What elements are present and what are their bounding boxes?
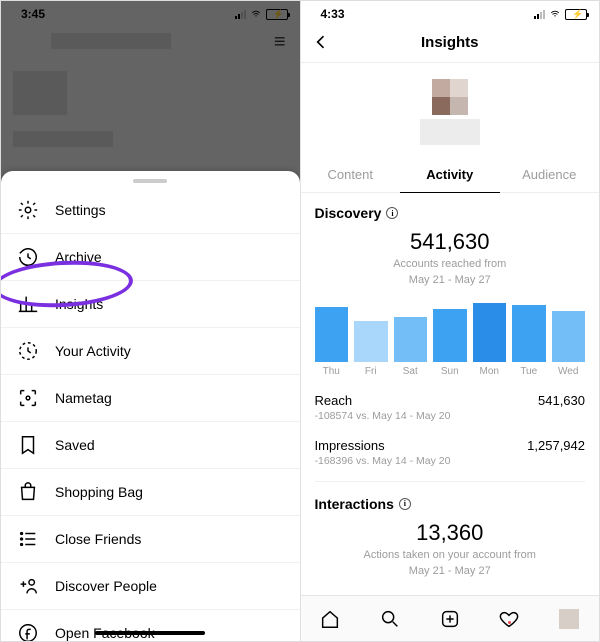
gear-icon	[17, 199, 39, 221]
page-title: Insights	[421, 34, 479, 51]
impressions-row: Impressions 1,257,942	[315, 438, 586, 453]
discovery-bar-chart	[315, 302, 586, 362]
notification-dot-icon	[508, 621, 511, 624]
chart-bar	[473, 303, 507, 362]
menu-archive[interactable]: Archive	[1, 234, 300, 281]
search-icon[interactable]	[379, 608, 401, 630]
menu-saved[interactable]: Saved	[1, 422, 300, 469]
menu-label: Saved	[55, 437, 95, 453]
chart-x-label: Thu	[315, 366, 349, 377]
bottom-nav	[301, 595, 600, 641]
chart-x-label: Mon	[473, 366, 507, 377]
signal-icon	[534, 9, 545, 19]
activity-content: Discovery i 541,630 Accounts reached fro…	[301, 193, 600, 578]
tab-content[interactable]: Content	[301, 157, 401, 192]
info-icon[interactable]: i	[399, 498, 411, 510]
menu-sheet: Settings Archive Insights Your Activity …	[1, 171, 300, 641]
menu-label: Your Activity	[55, 343, 131, 359]
reach-delta: -108574 vs. May 14 - May 20	[315, 410, 586, 422]
chart-bar	[354, 321, 388, 362]
chart-x-labels: Thu Fri Sat Sun Mon Tue Wed	[315, 366, 586, 377]
chart-bar	[512, 305, 546, 362]
heart-icon[interactable]	[498, 608, 520, 630]
activity-clock-icon	[17, 340, 39, 362]
insights-bar-icon	[17, 293, 39, 315]
reach-row: Reach 541,630	[315, 393, 586, 408]
interactions-total: 13,360	[315, 520, 586, 546]
menu-your-activity[interactable]: Your Activity	[1, 328, 300, 375]
insights-tabs: Content Activity Audience	[301, 157, 600, 193]
menu-label: Settings	[55, 202, 106, 218]
chart-bar	[552, 311, 586, 362]
status-bar: 4:33 ⚡	[301, 1, 600, 23]
discovery-sub2: May 21 - May 27	[315, 273, 586, 287]
profile-tab-icon[interactable]	[558, 608, 580, 630]
menu-close-friends[interactable]: Close Friends	[1, 516, 300, 563]
tab-activity[interactable]: Activity	[400, 157, 500, 193]
wifi-icon	[549, 9, 561, 19]
facebook-icon	[17, 622, 39, 641]
home-indicator	[95, 631, 205, 635]
menu-label: Close Friends	[55, 531, 141, 547]
discovery-heading: Discovery i	[315, 205, 586, 221]
reach-label: Reach	[315, 393, 353, 408]
chart-x-label: Sun	[433, 366, 467, 377]
menu-open-facebook[interactable]: Open Facebook	[1, 610, 300, 641]
impressions-value: 1,257,942	[527, 438, 585, 453]
back-chevron-icon[interactable]	[311, 32, 331, 56]
divider	[315, 481, 586, 482]
status-time: 4:33	[321, 7, 345, 21]
interactions-sub1: Actions taken on your account from	[315, 548, 586, 562]
interactions-heading: Interactions i	[315, 496, 586, 512]
battery-icon: ⚡	[565, 9, 587, 20]
reach-value: 541,630	[538, 393, 585, 408]
menu-discover-people[interactable]: Discover People	[1, 563, 300, 610]
chart-x-label: Tue	[512, 366, 546, 377]
shopping-bag-icon	[17, 481, 39, 503]
interactions-sub2: May 21 - May 27	[315, 564, 586, 578]
menu-label: Archive	[55, 249, 102, 265]
bookmark-icon	[17, 434, 39, 456]
section-title: Interactions	[315, 496, 394, 512]
menu-insights[interactable]: Insights	[1, 281, 300, 328]
menu-label: Nametag	[55, 390, 112, 406]
nametag-scan-icon	[17, 387, 39, 409]
left-screenshot: 3:45 ⚡ ≡ Entrepreneur Settings Archive	[1, 1, 301, 641]
sheet-handle-icon[interactable]	[133, 179, 167, 183]
chart-x-label: Wed	[552, 366, 586, 377]
impressions-delta: -168396 vs. May 14 - May 20	[315, 455, 586, 467]
tab-audience[interactable]: Audience	[500, 157, 600, 192]
info-icon[interactable]: i	[386, 207, 398, 219]
discovery-total: 541,630	[315, 229, 586, 255]
insights-header: Insights	[301, 23, 600, 63]
home-icon[interactable]	[319, 608, 341, 630]
add-person-icon	[17, 575, 39, 597]
chart-x-label: Sat	[394, 366, 428, 377]
menu-label: Shopping Bag	[55, 484, 143, 500]
archive-clock-icon	[17, 246, 39, 268]
menu-label: Discover People	[55, 578, 157, 594]
chart-x-label: Fri	[354, 366, 388, 377]
discovery-sub1: Accounts reached from	[315, 257, 586, 271]
menu-shopping-bag[interactable]: Shopping Bag	[1, 469, 300, 516]
menu-label: Insights	[55, 296, 103, 312]
right-screenshot: 4:33 ⚡ Insights Content Activity Audienc…	[301, 1, 600, 641]
chart-bar	[433, 309, 467, 362]
section-title: Discovery	[315, 205, 382, 221]
chart-bar	[394, 317, 428, 362]
status-icons: ⚡	[534, 9, 587, 20]
menu-nametag[interactable]: Nametag	[1, 375, 300, 422]
impressions-label: Impressions	[315, 438, 385, 453]
profile-avatar	[301, 79, 600, 149]
list-icon	[17, 528, 39, 550]
menu-settings[interactable]: Settings	[1, 187, 300, 234]
add-post-icon[interactable]	[439, 608, 461, 630]
chart-bar	[315, 307, 349, 362]
